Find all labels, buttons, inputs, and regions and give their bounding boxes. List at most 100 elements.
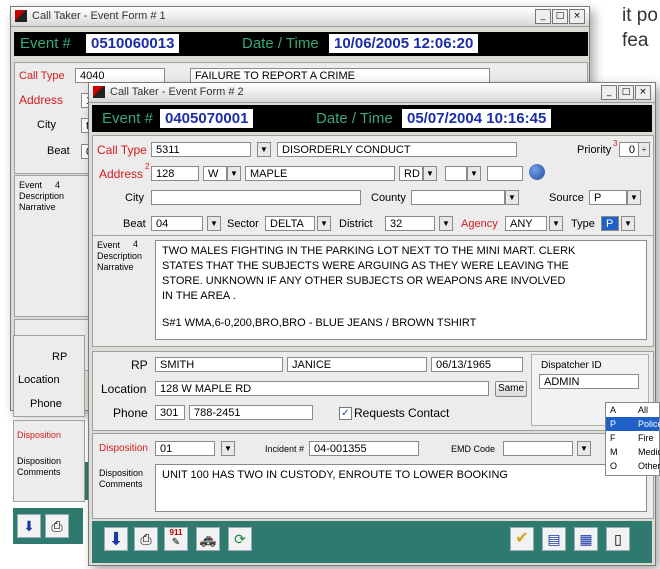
vehicle-icon[interactable]: 🚓 — [196, 527, 220, 551]
source-input[interactable]: P — [589, 190, 627, 205]
county-dropdown-icon[interactable]: ▼ — [505, 190, 519, 205]
address-dir-input[interactable]: W — [203, 166, 227, 181]
incident-number-input[interactable]: 04-001355 — [309, 441, 419, 456]
refresh-icon[interactable]: ⟳ — [228, 527, 252, 551]
rp-label: RP — [131, 358, 148, 372]
narrative-line: STATES THAT THE SUBJECTS WERE ARGUING AS… — [162, 260, 569, 272]
call-type-label: Call Type — [97, 143, 147, 157]
type-options-list[interactable]: AAll PPolice FFire MMedical OOther — [605, 402, 660, 476]
emd-code-dropdown-icon[interactable]: ▼ — [577, 441, 591, 456]
back-window-titlebar[interactable]: Call Taker - Event Form # 1 _ □ × — [11, 7, 589, 27]
back-disp-comments-label: Disposition Comments — [17, 456, 62, 477]
document-icon[interactable]: ▯ — [606, 527, 630, 551]
narrative-panel: Event Description Narrative 4 TWO MALES … — [92, 235, 654, 347]
type-dropdown-icon[interactable]: ▼ — [621, 216, 635, 231]
maximize-icon[interactable]: □ — [618, 85, 634, 100]
rp-dob-input[interactable]: 06/13/1965 — [431, 357, 523, 372]
type-option-selected[interactable]: PPolice — [606, 417, 660, 431]
beat-label: Beat — [123, 218, 146, 230]
close-icon[interactable]: × — [635, 85, 651, 100]
front-window: Call Taker - Event Form # 2 _ □ × Event … — [88, 82, 656, 566]
type-option[interactable]: MMedical — [606, 445, 660, 459]
emd-code-input[interactable] — [503, 441, 573, 456]
address-suffix-input[interactable]: RD — [399, 166, 423, 181]
address-dir-dropdown-icon[interactable]: ▼ — [227, 166, 241, 181]
back-save-down-icon[interactable]: ⬇ — [17, 514, 41, 538]
district-dropdown-icon[interactable]: ▼ — [439, 216, 453, 231]
approve-check-icon[interactable]: ✔ — [510, 527, 534, 551]
priority-spinner-icon[interactable]: ÷ — [638, 142, 650, 157]
county-input[interactable] — [411, 190, 505, 205]
sector-dropdown-icon[interactable]: ▼ — [317, 216, 331, 231]
narrative-textarea[interactable]: TWO MALES FIGHTING IN THE PARKING LOT NE… — [155, 240, 647, 340]
phone-area-input[interactable]: 301 — [155, 405, 185, 420]
back-event-number: 0510060013 — [86, 34, 180, 53]
requests-contact-checkbox[interactable]: ✓ — [339, 407, 352, 420]
back-event-desc-label: Event Description Narrative — [19, 180, 65, 212]
address-suffix-dropdown-icon[interactable]: ▼ — [423, 166, 437, 181]
disposition-comments-textarea[interactable]: UNIT 100 HAS TWO IN CUSTODY, ENROUTE TO … — [155, 464, 647, 512]
address-unit-input[interactable] — [445, 166, 467, 181]
back-event-label: Event # — [20, 35, 71, 52]
disposition-label: Disposition — [99, 443, 148, 454]
event-desc-label-line2: Description — [97, 251, 143, 261]
city-input[interactable] — [151, 190, 361, 205]
map-icon[interactable]: ▦ — [574, 527, 598, 551]
back-datetime-value: 10/06/2005 12:06:20 — [329, 34, 479, 53]
disp-comments-label-line2: Comments — [99, 479, 143, 489]
print-icon[interactable]: ⎙ — [134, 527, 158, 551]
app-logo-icon — [15, 10, 27, 22]
minimize-icon[interactable]: _ — [535, 9, 551, 24]
source-dropdown-icon[interactable]: ▼ — [627, 190, 641, 205]
rp-first-name-input[interactable]: JANICE — [287, 357, 427, 372]
address-number-input[interactable]: 128 — [151, 166, 199, 181]
clipboard-icon[interactable]: ▤ — [542, 527, 566, 551]
disposition-code-input[interactable]: 01 — [155, 441, 215, 456]
district-label: District — [339, 218, 373, 230]
district-input[interactable]: 32 — [385, 216, 435, 231]
type-option[interactable]: A All — [606, 403, 659, 417]
priority-input[interactable]: 0 — [619, 142, 639, 157]
disposition-comments-label: Disposition Comments — [99, 468, 143, 490]
globe-icon[interactable] — [529, 164, 545, 180]
narrative-line: S#1 WMA,6-0,200,BRO,BRO - BLUE JEANS / B… — [162, 317, 477, 329]
back-call-type-code[interactable]: 4040 — [75, 68, 165, 83]
agency-label: Agency — [461, 218, 498, 230]
back-call-type-desc[interactable]: FAILURE TO REPORT A CRIME — [190, 68, 490, 83]
priority-label: Priority — [577, 144, 612, 156]
rp-last-name-input[interactable]: SMITH — [155, 357, 283, 372]
address-extra-input[interactable] — [487, 166, 523, 181]
agency-input[interactable]: ANY — [505, 216, 547, 231]
emd-code-label: EMD Code — [451, 444, 496, 454]
type-option[interactable]: O Other — [606, 459, 660, 473]
same-button[interactable]: Same — [495, 381, 527, 397]
agency-dropdown-icon[interactable]: ▼ — [549, 216, 563, 231]
phone-number-input[interactable]: 788-2451 — [189, 405, 313, 420]
source-label: Source — [549, 192, 584, 204]
tools-911-icon[interactable]: 911 ✎ — [164, 527, 188, 551]
disposition-dropdown-icon[interactable]: ▼ — [221, 441, 235, 456]
beat-input[interactable]: 04 — [151, 216, 203, 231]
back-rp-label-visible: RP — [52, 351, 68, 363]
sector-input[interactable]: DELTA — [265, 216, 315, 231]
call-type-dropdown-icon[interactable]: ▼ — [257, 142, 271, 157]
type-option[interactable]: F Fire — [606, 431, 659, 445]
type-input[interactable]: P — [601, 216, 619, 231]
back-print-icon[interactable]: ⎙ — [45, 514, 69, 538]
back-call-type-label: Call Type — [19, 70, 65, 82]
location-input[interactable]: 128 W MAPLE RD — [155, 381, 489, 396]
address-sup: 2 — [145, 162, 150, 171]
background-text-1: it po — [622, 5, 658, 26]
beat-dropdown-icon[interactable]: ▼ — [207, 216, 221, 231]
back-disposition-label: Disposition — [17, 430, 62, 440]
call-type-code-input[interactable]: 5311 — [151, 142, 251, 157]
address-unit-dropdown-icon[interactable]: ▼ — [467, 166, 481, 181]
front-window-titlebar[interactable]: Call Taker - Event Form # 2 _ □ × — [89, 83, 655, 103]
address-street-input[interactable]: MAPLE — [245, 166, 395, 181]
minimize-icon[interactable]: _ — [601, 85, 617, 100]
save-down-icon[interactable]: ⬇ — [104, 527, 128, 551]
app-logo-icon — [93, 86, 105, 98]
dispatcher-id-label: Dispatcher ID — [541, 360, 602, 371]
close-icon[interactable]: × — [569, 9, 585, 24]
maximize-icon[interactable]: □ — [552, 9, 568, 24]
